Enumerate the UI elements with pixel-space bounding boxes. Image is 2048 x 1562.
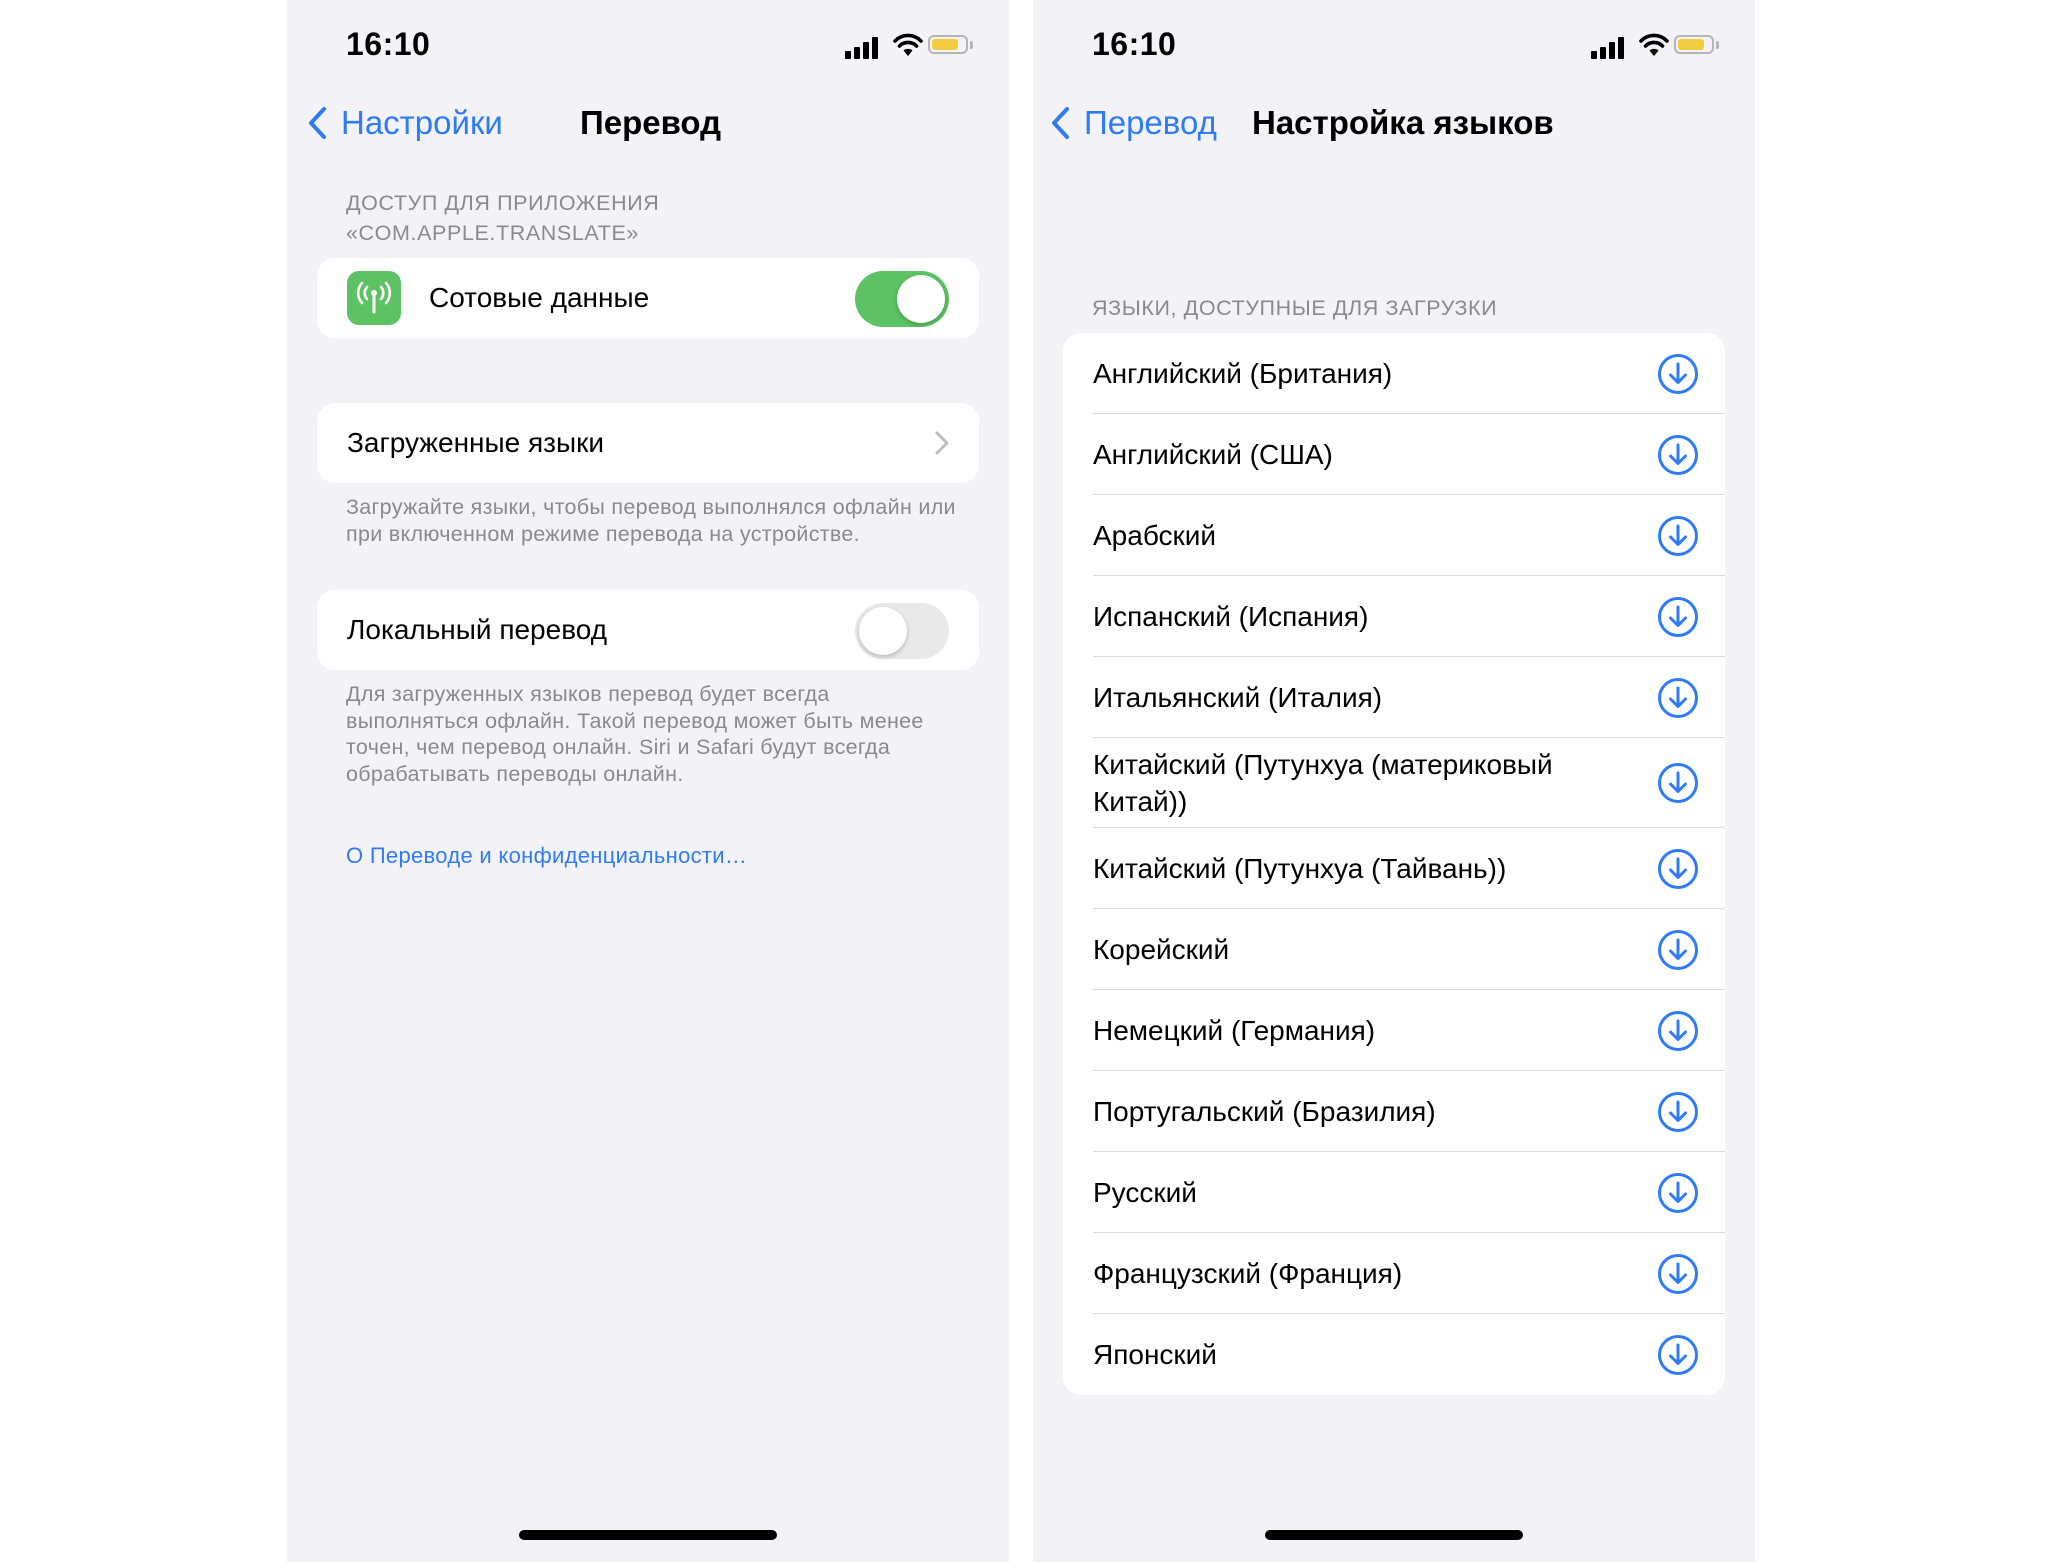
language-name: Китайский (Путунхуа (материковый Китай)) bbox=[1093, 749, 1553, 817]
on-device-toggle[interactable] bbox=[855, 603, 949, 659]
wifi-icon bbox=[893, 33, 923, 56]
language-row[interactable]: Итальянский (Италия) bbox=[1063, 657, 1725, 738]
language-name: Португальский (Бразилия) bbox=[1093, 1096, 1436, 1127]
status-icons bbox=[1591, 33, 1721, 59]
download-circle-icon[interactable] bbox=[1657, 1010, 1699, 1052]
download-circle-icon[interactable] bbox=[1657, 1253, 1699, 1295]
downloaded-languages-group: Загруженные языки bbox=[317, 403, 979, 483]
home-indicator bbox=[1265, 1530, 1523, 1540]
on-device-row: Локальный перевод bbox=[317, 590, 979, 670]
chevron-right-icon bbox=[935, 431, 949, 455]
back-button[interactable]: Настройки bbox=[307, 104, 503, 142]
language-name: Корейский bbox=[1093, 934, 1230, 965]
language-row[interactable]: Португальский (Бразилия) bbox=[1063, 1071, 1725, 1152]
language-settings-screen: 16:10 Перевод Настройка языков ЯЗЫКИ, ДО… bbox=[1033, 0, 1755, 1562]
on-device-group: Локальный перевод bbox=[317, 590, 979, 670]
downloaded-languages-footer: Загружайте языки, чтобы перевод выполнял… bbox=[346, 495, 956, 546]
download-circle-icon[interactable] bbox=[1657, 1172, 1699, 1214]
download-circle-icon[interactable] bbox=[1657, 1091, 1699, 1133]
status-time: 16:10 bbox=[1092, 26, 1177, 62]
back-button[interactable]: Перевод bbox=[1050, 104, 1217, 142]
language-row[interactable]: Китайский (Путунхуа (Тайвань)) bbox=[1063, 828, 1725, 909]
download-circle-icon[interactable] bbox=[1657, 677, 1699, 719]
cellular-signal-icon bbox=[1591, 51, 1597, 59]
download-circle-icon[interactable] bbox=[1657, 596, 1699, 638]
home-indicator bbox=[519, 1530, 777, 1540]
battery-icon bbox=[1674, 35, 1714, 54]
language-row[interactable]: Английский (США) bbox=[1063, 414, 1725, 495]
language-name: Итальянский (Италия) bbox=[1093, 682, 1383, 713]
status-icons bbox=[845, 33, 975, 59]
language-row[interactable]: Японский bbox=[1063, 1314, 1725, 1395]
download-circle-icon[interactable] bbox=[1657, 848, 1699, 890]
privacy-link[interactable]: О Переводе и конфиденциальности… bbox=[346, 843, 747, 869]
language-name: Немецкий (Германия) bbox=[1093, 1015, 1376, 1046]
available-languages-header: ЯЗЫКИ, ДОСТУПНЫЕ ДЛЯ ЗАГРУЗКИ bbox=[1092, 296, 1498, 320]
downloaded-languages-label: Загруженные языки bbox=[347, 427, 604, 458]
language-row[interactable]: Русский bbox=[1063, 1152, 1725, 1233]
language-name: Французский (Франция) bbox=[1093, 1258, 1403, 1289]
cellular-signal-icon bbox=[845, 51, 851, 59]
access-section-header: ДОСТУП ДЛЯ ПРИЛОЖЕНИЯ «COM.APPLE.TRANSLA… bbox=[346, 191, 660, 245]
cellular-data-toggle[interactable] bbox=[855, 271, 949, 327]
language-name: Английский (США) bbox=[1093, 439, 1333, 470]
antenna-icon bbox=[347, 271, 401, 325]
cellular-data-label: Сотовые данные bbox=[429, 282, 650, 313]
downloaded-languages-row[interactable]: Загруженные языки bbox=[317, 403, 979, 483]
on-device-label: Локальный перевод bbox=[347, 614, 608, 645]
battery-icon bbox=[928, 35, 968, 54]
languages-list: Английский (Британия) Английский (США) А… bbox=[1063, 333, 1725, 1395]
language-name: Русский bbox=[1093, 1177, 1197, 1208]
language-name: Японский bbox=[1093, 1339, 1217, 1370]
language-row[interactable]: Испанский (Испания) bbox=[1063, 576, 1725, 657]
language-name: Китайский (Путунхуа (Тайвань)) bbox=[1093, 853, 1507, 884]
language-row[interactable]: Китайский (Путунхуа (материковый Китай)) bbox=[1063, 738, 1725, 828]
language-row[interactable]: Английский (Британия) bbox=[1063, 333, 1725, 414]
language-row[interactable]: Арабский bbox=[1063, 495, 1725, 576]
cellular-group: Сотовые данные bbox=[317, 258, 979, 338]
download-circle-icon[interactable] bbox=[1657, 515, 1699, 557]
cellular-data-row: Сотовые данные bbox=[317, 258, 979, 338]
download-circle-icon[interactable] bbox=[1657, 762, 1699, 804]
on-device-footer: Для загруженных языков перевод будет все… bbox=[346, 682, 924, 786]
language-name: Арабский bbox=[1093, 520, 1217, 551]
download-circle-icon[interactable] bbox=[1657, 434, 1699, 476]
wifi-icon bbox=[1639, 33, 1669, 56]
language-row[interactable]: Немецкий (Германия) bbox=[1063, 990, 1725, 1071]
chevron-left-icon bbox=[309, 107, 326, 139]
translate-settings-screen: 16:10 Настройки Перевод ДОСТУП ДЛЯ ПРИЛО… bbox=[287, 0, 1009, 1562]
page-title: Перевод bbox=[580, 104, 722, 141]
download-circle-icon[interactable] bbox=[1657, 353, 1699, 395]
back-button-label: Перевод bbox=[1084, 104, 1217, 141]
chevron-left-icon bbox=[1052, 107, 1069, 139]
download-circle-icon[interactable] bbox=[1657, 929, 1699, 971]
language-row[interactable]: Корейский bbox=[1063, 909, 1725, 990]
language-name: Английский (Британия) bbox=[1093, 358, 1393, 389]
page-title: Настройка языков bbox=[1252, 104, 1554, 141]
status-time: 16:10 bbox=[346, 26, 431, 62]
download-circle-icon[interactable] bbox=[1657, 1334, 1699, 1376]
language-row[interactable]: Французский (Франция) bbox=[1063, 1233, 1725, 1314]
language-name: Испанский (Испания) bbox=[1093, 601, 1369, 632]
back-button-label: Настройки bbox=[341, 104, 503, 141]
